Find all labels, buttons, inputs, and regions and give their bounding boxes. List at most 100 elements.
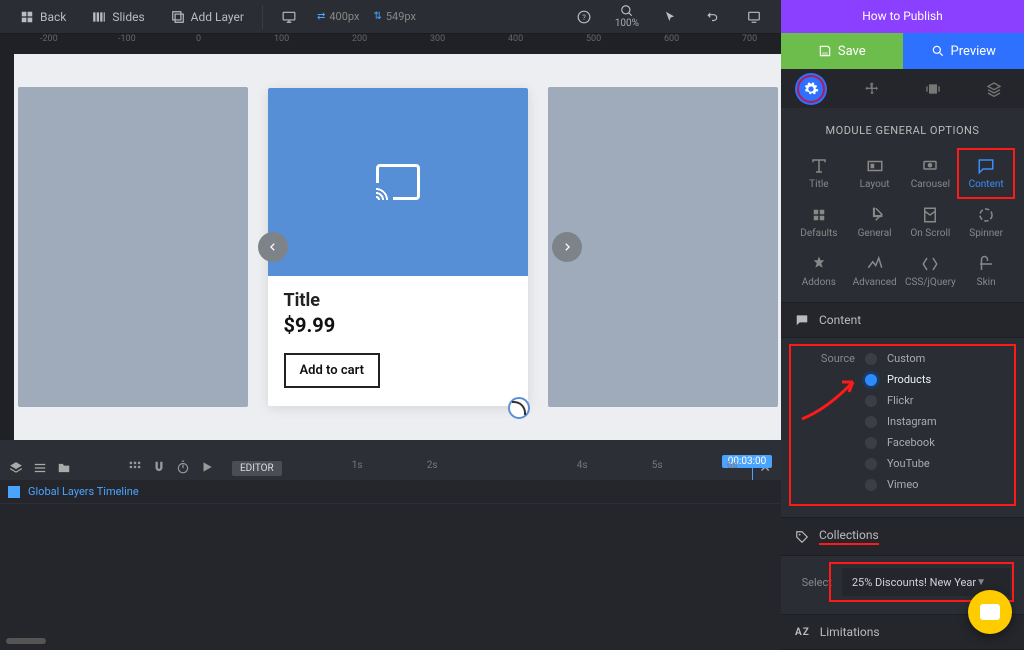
option-icon [866, 157, 884, 175]
width-display[interactable]: ⇄400px [311, 10, 366, 23]
section-collections-head[interactable]: Collections [781, 517, 1024, 556]
option-defaults[interactable]: Defaults [791, 198, 847, 247]
radio-instagram[interactable] [865, 416, 877, 428]
option-label: CSS/jQuery [905, 277, 956, 288]
height-display[interactable]: ⇅549px [367, 10, 422, 23]
pointer-button[interactable] [651, 4, 689, 30]
add-layer-button[interactable]: Add Layer [159, 4, 256, 30]
save-label: Save [838, 44, 866, 59]
section-content-head[interactable]: Content [781, 302, 1024, 338]
collection-select-label: Select [795, 576, 832, 589]
save-icon [818, 44, 832, 58]
timeline-spacer [0, 440, 781, 456]
device-desktop-button[interactable] [269, 4, 309, 30]
grid-snap-button[interactable] [128, 460, 142, 477]
source-row-vimeo[interactable]: Vimeo [795, 478, 1010, 491]
stopwatch-button[interactable] [176, 460, 190, 477]
desktop-icon [281, 10, 297, 24]
option-label: Advanced [853, 277, 897, 288]
source-name: Vimeo [887, 478, 1010, 491]
collections-head-label: Collections [819, 528, 879, 545]
undo-button[interactable] [693, 4, 731, 30]
editor-chip[interactable]: EDITOR [232, 461, 282, 476]
tab-slides[interactable] [903, 69, 964, 108]
limitations-head-label: Limitations [820, 625, 880, 639]
time-scale[interactable]: 00:03:00 1s2s4s5s6s7s [282, 456, 750, 480]
source-block: Source Custom Products Flickr Instagram Faceb… [781, 338, 1024, 517]
tab-settings[interactable] [781, 69, 842, 108]
source-row-instagram[interactable]: Instagram [795, 415, 1010, 428]
option-title[interactable]: Title [791, 149, 847, 198]
option-icon [810, 255, 828, 273]
tab-layers[interactable] [963, 69, 1024, 108]
save-button[interactable]: Save [781, 33, 903, 70]
horizontal-ruler: -200-1000100200300400500600700 [0, 34, 781, 54]
slides-button[interactable]: Slides [80, 4, 156, 30]
card-price[interactable]: $9.99 [284, 313, 512, 337]
height-value: 549px [386, 10, 416, 23]
timeline-controls: EDITOR 00:03:00 1s2s4s5s6s7s ✕ [0, 456, 781, 480]
option-addons[interactable]: Addons [791, 247, 847, 296]
option-icon [921, 255, 939, 273]
add-to-cart-button[interactable]: Add to cart [284, 353, 380, 388]
option-icon [921, 206, 939, 224]
layer-row[interactable]: Global Layers Timeline [0, 480, 781, 504]
playhead[interactable]: 00:03:00 [752, 456, 753, 480]
how-to-publish-button[interactable]: How to Publish [781, 0, 1024, 33]
option-advanced[interactable]: Advanced [847, 247, 903, 296]
source-row-flickr[interactable]: Flickr [795, 394, 1010, 407]
radio-facebook[interactable] [865, 437, 877, 449]
source-row-youtube[interactable]: YouTube [795, 457, 1010, 470]
tag-icon [795, 530, 809, 544]
option-skin[interactable]: Skin [958, 247, 1014, 296]
top-toolbar: Back Slides Add Layer ⇄400px ⇅549px ? 10… [0, 0, 781, 34]
card-title[interactable]: Title [284, 290, 512, 311]
horizontal-scrollbar[interactable] [6, 638, 46, 644]
add-layer-label: Add Layer [191, 10, 244, 24]
magnet-button[interactable] [152, 460, 166, 477]
grid-snap-icon [128, 460, 142, 474]
product-card[interactable]: Title $9.99 Add to cart [268, 88, 528, 406]
option-content[interactable]: Content [958, 149, 1014, 198]
option-carousel[interactable]: Carousel [903, 149, 959, 198]
source-field-label: Source [795, 352, 865, 365]
preview-button[interactable]: Preview [903, 33, 1024, 70]
stopwatch-icon [176, 460, 190, 474]
editor-canvas[interactable]: Title $9.99 Add to cart [14, 54, 781, 440]
option-cssjquery[interactable]: CSS/jQuery [903, 247, 959, 296]
chat-fab-button[interactable] [968, 590, 1012, 634]
selection-handle[interactable] [508, 397, 530, 419]
carousel-next-button[interactable] [552, 232, 582, 262]
time-tick: 2s [427, 460, 438, 471]
time-tick: 4s [577, 460, 588, 471]
ruler-tick: 300 [430, 34, 445, 44]
source-row-custom[interactable]: Source Custom [795, 352, 1010, 365]
radio-flickr[interactable] [865, 395, 877, 407]
layers-toggle[interactable] [8, 460, 24, 476]
option-onscroll[interactable]: On Scroll [903, 198, 959, 247]
collection-select-value: 25% Discounts! New Year [852, 576, 976, 589]
list-toggle[interactable] [32, 460, 48, 476]
option-layout[interactable]: Layout [847, 149, 903, 198]
content-head-label: Content [819, 313, 861, 327]
source-row-products[interactable]: Products [795, 373, 1010, 386]
option-icon [810, 206, 828, 224]
back-button[interactable]: Back [8, 4, 78, 30]
tab-navigation[interactable] [842, 69, 903, 108]
radio-custom[interactable] [865, 353, 877, 365]
radio-products[interactable] [865, 374, 877, 386]
play-button[interactable] [200, 460, 214, 477]
radio-youtube[interactable] [865, 458, 877, 470]
option-general[interactable]: General [847, 198, 903, 247]
source-name: Custom [887, 352, 1010, 365]
zoom-button[interactable]: 100% [607, 2, 647, 31]
folder-toggle[interactable] [56, 460, 72, 476]
panel-title: MODULE GENERAL OPTIONS [781, 108, 1024, 149]
radio-vimeo[interactable] [865, 479, 877, 491]
help-button[interactable]: ? [565, 4, 603, 30]
carousel-prev-button[interactable] [258, 232, 288, 262]
magnet-icon [152, 460, 166, 474]
monitor-button[interactable] [735, 4, 773, 30]
source-row-facebook[interactable]: Facebook [795, 436, 1010, 449]
option-spinner[interactable]: Spinner [958, 198, 1014, 247]
